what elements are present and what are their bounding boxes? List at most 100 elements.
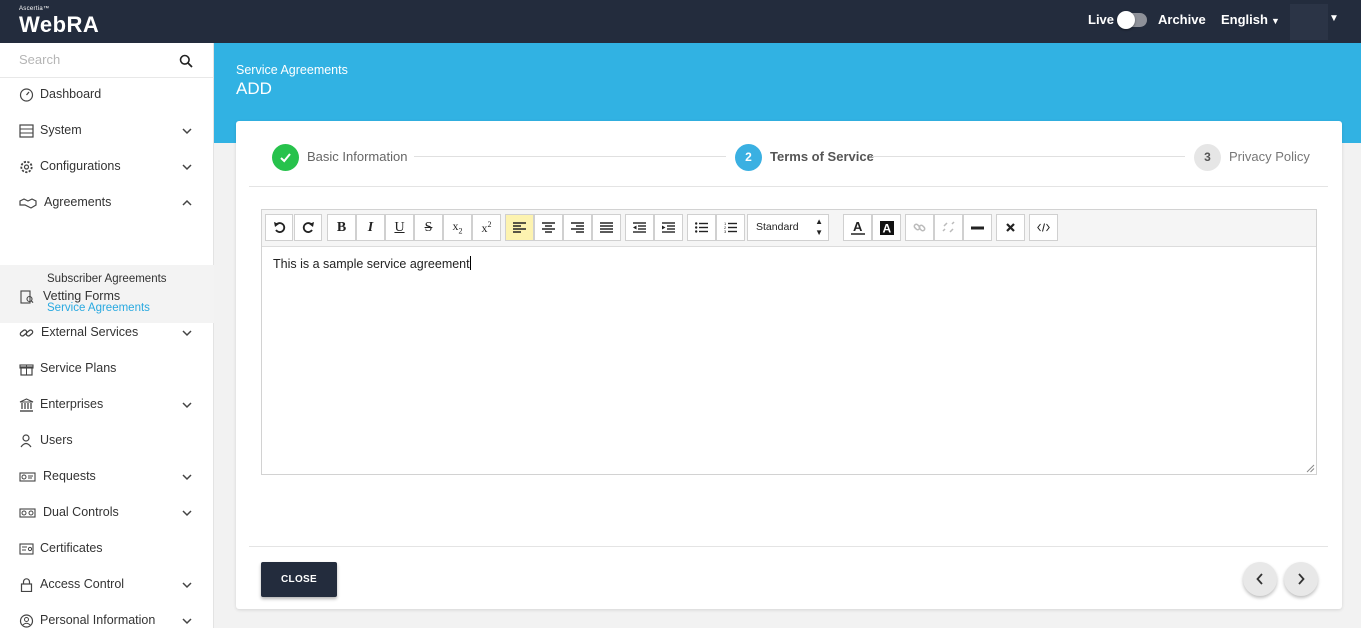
svg-text:A: A [853,220,863,234]
chevron-down-icon [182,474,192,481]
sidebar-item-label: Certificates [40,541,103,555]
link-icon [19,329,34,337]
vetting-icon [20,290,34,304]
text-color-button[interactable]: A [843,214,872,241]
justify-icon [600,222,613,233]
search-input[interactable] [19,52,169,67]
link-icon [913,223,926,232]
sidebar-item-access-control[interactable]: Access Control [0,567,214,603]
chevron-down-icon [182,402,192,409]
step-1-label[interactable]: Basic Information [307,149,407,164]
step-connector [414,156,726,157]
lock-icon [20,578,33,592]
chevron-down-icon [182,582,192,589]
numbered-list-icon: 123 [724,222,737,233]
chevron-down-icon [182,164,192,171]
align-center-button[interactable] [534,214,563,241]
user-menu-caret-icon[interactable]: ▼ [1329,13,1339,24]
editor-text: This is a sample service agreement [273,257,470,271]
sidebar-item-vetting-forms[interactable]: Vetting Forms [0,279,214,315]
justify-button[interactable] [592,214,621,241]
background-color-icon: A [879,220,894,235]
breadcrumb: Service Agreements [236,63,348,77]
sidebar: Dashboard System Configurations Agreemen… [0,43,214,628]
outdent-button[interactable] [625,214,654,241]
search-icon[interactable] [179,54,193,68]
background-color-button[interactable]: A [872,214,901,241]
sidebar-item-certificates[interactable]: Certificates [0,531,214,567]
resize-handle-icon[interactable] [1306,464,1315,473]
sidebar-item-configurations[interactable]: Configurations [0,149,214,185]
handshake-icon [19,198,37,209]
chevron-down-icon [182,618,192,625]
top-bar: Ascertia™ WebRA Live Archive English ▼ ▼ [0,0,1361,43]
editor-toolbar: B I U S x2 x2 123 Standard ▲ ▼ A A [262,210,1316,247]
sidebar-item-service-plans[interactable]: Service Plans [0,351,214,387]
bold-button[interactable]: B [327,214,356,241]
italic-button[interactable]: I [356,214,385,241]
sidebar-item-label: Users [40,433,73,447]
step-1-done[interactable] [272,144,299,171]
unlink-button[interactable] [934,214,963,241]
superscript-button[interactable]: x2 [472,214,501,241]
live-label: Live [1088,12,1115,27]
sidebar-item-system[interactable]: System [0,113,214,149]
sidebar-item-enterprises[interactable]: Enterprises [0,387,214,423]
sidebar-item-requests[interactable]: Requests [0,459,214,495]
certificate-icon [19,543,34,555]
live-archive-toggle[interactable] [1117,11,1147,29]
next-step-button[interactable] [1284,562,1318,596]
page-title: ADD [236,79,272,98]
sidebar-item-personal-information[interactable]: Personal Information [0,603,214,628]
dual-controls-icon [19,508,36,518]
step-2-label[interactable]: Terms of Service [770,149,874,164]
sidebar-item-label: Personal Information [40,613,156,627]
sidebar-item-label: Access Control [40,577,125,591]
sidebar-item-users[interactable]: Users [0,423,214,459]
gear-icon [20,160,33,174]
sidebar-item-label: Enterprises [40,397,104,411]
previous-step-button[interactable] [1243,562,1277,596]
remove-format-button[interactable] [996,214,1025,241]
indent-button[interactable] [654,214,683,241]
horizontal-rule-button[interactable] [963,214,992,241]
subscript-icon: x2 [452,219,463,236]
sidebar-item-external-services[interactable]: External Services [0,315,214,351]
svg-text:3: 3 [724,229,727,233]
undo-button[interactable] [265,214,293,241]
sidebar-item-dashboard[interactable]: Dashboard [0,77,214,113]
subscript-button[interactable]: x2 [443,214,472,241]
redo-button[interactable] [294,214,322,241]
app-logo[interactable]: Ascertia™ WebRA [19,5,99,37]
sidebar-item-label: System [40,123,82,137]
font-size-select[interactable]: Standard ▲ ▼ [747,214,829,241]
avatar[interactable] [1290,4,1328,40]
sidebar-item-label: Dashboard [40,87,102,101]
align-center-icon [542,222,555,233]
users-icon [20,434,32,448]
close-button[interactable]: CLOSE [261,562,337,597]
numbered-list-button[interactable]: 123 [716,214,745,241]
sidebar-item-dual-controls[interactable]: Dual Controls [0,495,214,531]
underline-button[interactable]: U [385,214,414,241]
step-3-label[interactable]: Privacy Policy [1229,149,1310,164]
bank-icon [19,398,34,412]
strikethrough-icon: S [424,219,433,235]
gift-icon [19,364,34,376]
link-button[interactable] [905,214,934,241]
align-right-button[interactable] [563,214,592,241]
source-code-button[interactable] [1029,214,1058,241]
chevron-up-icon [182,199,192,206]
align-left-button[interactable] [505,214,534,241]
step-2-active[interactable]: 2 [735,144,762,171]
dashboard-icon [19,88,34,102]
wizard-card: Basic Information 2 Terms of Service 3 P… [236,121,1342,609]
strikethrough-button[interactable]: S [414,214,443,241]
editor-content[interactable]: This is a sample service agreement [273,256,471,271]
bullet-list-button[interactable] [687,214,716,241]
sidebar-item-label: Service Plans [40,361,117,375]
sidebar-item-agreements[interactable]: Agreements [0,185,214,221]
step-3-pending[interactable]: 3 [1194,144,1221,171]
language-selector[interactable]: English ▼ [1221,12,1280,27]
text-cursor [469,256,471,270]
